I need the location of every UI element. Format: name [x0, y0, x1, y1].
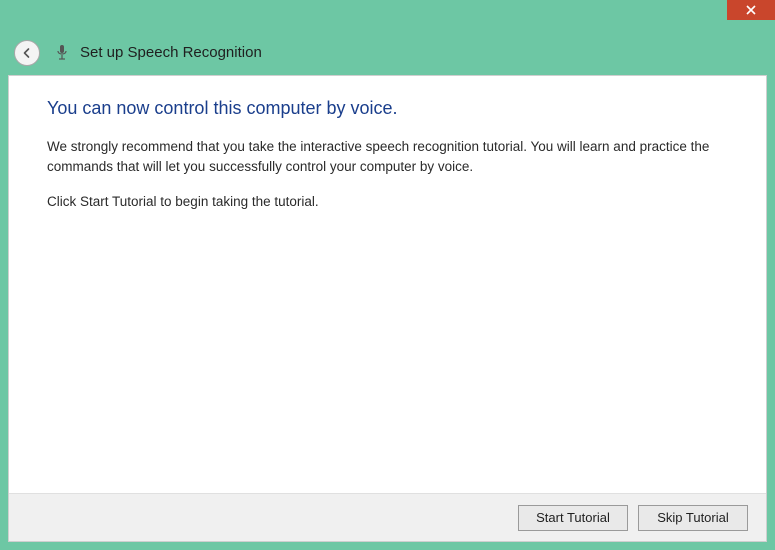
close-button[interactable]	[727, 0, 775, 20]
start-tutorial-button[interactable]: Start Tutorial	[518, 505, 628, 531]
wizard-footer: Start Tutorial Skip Tutorial	[9, 493, 766, 541]
wizard-header: Set up Speech Recognition	[0, 30, 775, 75]
page-heading: You can now control this computer by voi…	[47, 98, 728, 119]
wizard-content-panel: You can now control this computer by voi…	[8, 75, 767, 542]
microphone-icon	[56, 44, 68, 62]
close-icon	[746, 5, 756, 15]
skip-tutorial-button[interactable]: Skip Tutorial	[638, 505, 748, 531]
content-area: You can now control this computer by voi…	[9, 76, 766, 212]
arrow-left-icon	[20, 46, 34, 60]
wizard-title: Set up Speech Recognition	[80, 44, 262, 61]
instruction-paragraph-2: Click Start Tutorial to begin taking the…	[47, 192, 728, 212]
back-button[interactable]	[14, 40, 40, 66]
titlebar	[0, 0, 775, 30]
instruction-paragraph-1: We strongly recommend that you take the …	[47, 137, 728, 176]
